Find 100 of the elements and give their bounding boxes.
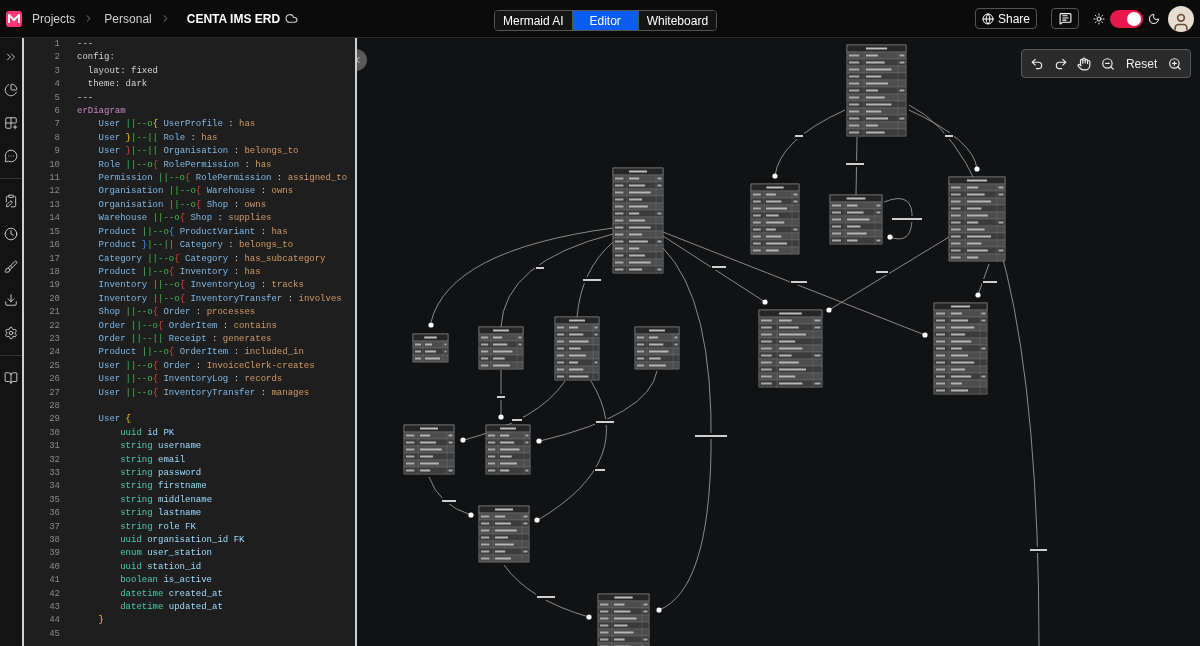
code-line: Inventory ||--o{ InventoryTransfer : involves [97,292,342,306]
line-number: 13 [48,198,60,212]
code-line: User }|--|| Organisation : belongs_to [97,145,299,159]
breadcrumb-link[interactable]: Personal [104,9,152,28]
code-line: Order ||--|| Receipt : generates [97,332,272,346]
line-number: 4 [53,78,60,92]
code-line: string firstname [119,480,207,494]
line-number: 32 [48,453,60,467]
code-editor[interactable] [22,38,357,646]
mode-tab[interactable]: Mermaid AI [495,11,572,30]
code-line: User }|--|| Role : has [97,131,218,145]
code-line: theme: dark [86,78,148,92]
code-line: Organisation ||--o{ Shop : owns [97,198,267,212]
code-line: string middlename [119,493,213,507]
code-line: Product }|--|| Category : belongs_to [97,239,294,253]
line-number: 12 [48,185,60,199]
line-number: 29 [48,413,60,427]
code-line: Product ||--o{ ProductVariant : has [97,225,288,239]
logo-icon[interactable] [6,10,22,27]
code-line: string lastname [119,507,202,521]
line-number: 36 [48,507,60,521]
line-number: 34 [48,480,60,494]
avatar[interactable] [1168,5,1194,32]
code-line: Category ||--o{ Category : has_subcategory [97,252,326,266]
code-line: --- [77,38,94,51]
sun-icon [1093,12,1105,25]
share-button[interactable]: Share [974,8,1037,29]
line-number: 28 [48,399,60,413]
line-number: 15 [48,225,60,239]
redo-icon [1053,56,1068,71]
line-number: 38 [48,534,60,548]
line-number: 3 [53,64,60,78]
line-number: 6 [53,105,60,119]
code-line: datetime created_at [119,587,223,601]
code-line: Inventory ||--o{ InventoryLog : tracks [97,279,304,293]
line-number: 21 [48,306,60,320]
code-line: datetime updated_at [119,601,223,615]
line-number: 40 [48,560,60,574]
code-line: --- [77,91,94,105]
code-line: uuid station_id [119,560,202,574]
line-number: 10 [48,158,60,172]
undo-icon [1029,56,1044,71]
code-line: string password [119,467,202,480]
line-number: 22 [48,319,60,333]
mode-tab[interactable]: Editor [571,11,638,30]
code-line: User ||--o{ InventoryTransfer : manages [97,386,310,400]
theme-toggle[interactable] [1110,9,1143,28]
code-line: string email [119,453,186,467]
zoom-out-icon [1101,56,1116,71]
comment-button[interactable] [1051,8,1079,29]
code-line: User { [97,413,131,427]
line-number: 39 [48,547,60,561]
code-line: Shop ||--o{ Order : processes [97,306,256,320]
code-line: Organisation ||--o{ Warehouse : owns [97,185,294,199]
line-number: 24 [48,346,60,360]
code-line: boolean is_active [119,574,213,588]
code-line: Warehouse ||--o{ Shop : supplies [97,212,272,226]
cloud-icon [285,12,299,25]
code-line: erDiagram [77,105,126,119]
line-number: 25 [48,359,60,373]
code-line: User ||--o{ Order : InvoiceClerk-creates [97,359,315,373]
code-line: Permission ||--o{ RolePermission : assigned_to [97,172,348,186]
code-line: string username [119,440,202,454]
code-line: User ||--o{ UserProfile : has [97,118,256,132]
line-number: 41 [48,574,60,588]
code-line: } [97,614,104,628]
code-line: User ||--o{ InventoryLog : records [97,373,283,387]
line-number: 7 [53,118,60,132]
code-line: Role ||--o{ RolePermission : has [97,158,272,172]
line-number: 23 [48,332,60,346]
line-number: 1 [53,38,60,51]
line-number: 44 [48,614,60,628]
line-number: 2 [53,51,60,65]
line-number: 8 [53,131,60,145]
line-number: 19 [48,279,60,293]
document-title[interactable]: CENTA IMS ERD [186,9,281,28]
line-number: 20 [48,292,60,306]
line-number: 43 [48,601,60,615]
line-number: 16 [48,239,60,253]
line-number: 27 [48,386,60,400]
code-line: uuid organisation_id FK [119,534,245,548]
code-line: Product ||--o{ OrderItem : included_in [97,346,304,360]
code-line: uuid id PK [119,426,175,440]
diagram-canvas[interactable]: Reset [357,38,1200,646]
line-number: 17 [48,252,60,266]
line-number: 37 [48,520,60,534]
line-number: 31 [48,440,60,454]
reset-button[interactable]: Reset [1122,54,1161,73]
globe-icon [981,12,994,25]
breadcrumb-link[interactable]: Projects [32,9,76,28]
mode-tab[interactable]: Whiteboard [637,11,717,30]
code-line: Product ||--o{ Inventory : has [97,265,261,279]
code-line: layout: fixed [86,64,158,78]
line-number: 30 [48,426,60,440]
line-number: 42 [48,587,60,601]
line-number: 11 [48,172,60,186]
line-number: 35 [48,493,60,507]
code-line: string role FK [119,520,196,534]
hand-icon [1077,56,1092,71]
line-number: 5 [53,91,60,105]
